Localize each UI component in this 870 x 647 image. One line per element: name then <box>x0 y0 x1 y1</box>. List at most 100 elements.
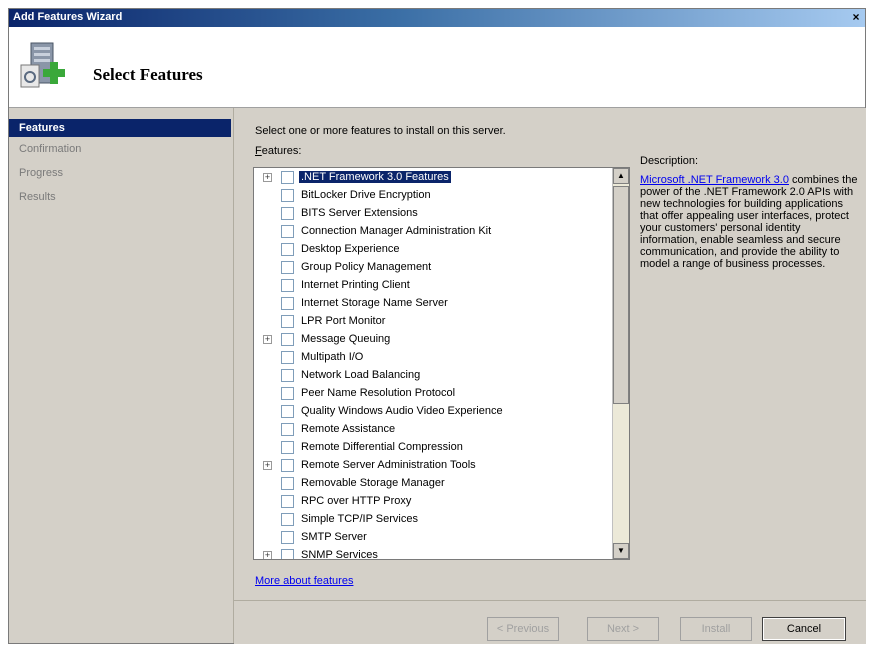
feature-checkbox[interactable] <box>281 189 294 202</box>
more-about-features-link[interactable]: More about features <box>255 575 353 587</box>
feature-checkbox[interactable] <box>281 477 294 490</box>
instruction-text: Select one or more features to install o… <box>255 125 506 137</box>
feature-label: SMTP Server <box>301 531 367 543</box>
expand-icon[interactable]: + <box>263 551 272 559</box>
expand-icon[interactable]: + <box>263 173 272 182</box>
feature-checkbox[interactable] <box>281 387 294 400</box>
feature-row[interactable]: + Message Queuing <box>254 331 612 349</box>
feature-checkbox[interactable] <box>281 405 294 418</box>
expand-icon[interactable]: + <box>263 461 272 470</box>
feature-row[interactable]: Quality Windows Audio Video Experience <box>254 403 612 421</box>
expand-icon[interactable]: + <box>263 335 272 344</box>
feature-row[interactable]: Multipath I/O <box>254 349 612 367</box>
feature-checkbox[interactable] <box>281 441 294 454</box>
feature-checkbox[interactable] <box>281 495 294 508</box>
feature-checkbox[interactable] <box>281 315 294 328</box>
feature-checkbox[interactable] <box>281 423 294 436</box>
feature-label: Simple TCP/IP Services <box>301 513 418 525</box>
description-body: combines the power of the .NET Framework… <box>640 174 858 270</box>
feature-label: Connection Manager Administration Kit <box>301 225 492 237</box>
description-link[interactable]: Microsoft .NET Framework 3.0 <box>640 174 789 186</box>
step-results: Results <box>19 191 56 203</box>
previous-button[interactable]: < Previous <box>487 617 559 641</box>
feature-label: SNMP Services <box>301 549 378 560</box>
feature-row[interactable]: Group Policy Management <box>254 259 612 277</box>
feature-row[interactable]: + SNMP Services <box>254 547 612 560</box>
feature-row[interactable]: RPC over HTTP Proxy <box>254 493 612 511</box>
feature-label: .NET Framework 3.0 Features <box>299 171 451 183</box>
feature-row[interactable]: BITS Server Extensions <box>254 205 612 223</box>
feature-row[interactable]: Remote Differential Compression <box>254 439 612 457</box>
scroll-up-button[interactable]: ▲ <box>613 168 629 184</box>
step-features[interactable]: Features <box>9 119 231 137</box>
feature-label: RPC over HTTP Proxy <box>301 495 412 507</box>
main-content: Select one or more features to install o… <box>234 108 866 600</box>
feature-row[interactable]: Connection Manager Administration Kit <box>254 223 612 241</box>
feature-label: Remote Server Administration Tools <box>301 459 476 471</box>
feature-checkbox[interactable] <box>281 225 294 238</box>
feature-row[interactable]: Desktop Experience <box>254 241 612 259</box>
feature-checkbox[interactable] <box>281 279 294 292</box>
feature-label: BitLocker Drive Encryption <box>301 189 431 201</box>
feature-label: Desktop Experience <box>301 243 400 255</box>
feature-row[interactable]: + Remote Server Administration Tools <box>254 457 612 475</box>
feature-row[interactable]: BitLocker Drive Encryption <box>254 187 612 205</box>
button-bar: < Previous Next > Install Cancel <box>234 600 866 644</box>
close-icon[interactable]: × <box>849 10 863 24</box>
features-list[interactable]: + .NET Framework 3.0 Features BitLocker Dr… <box>253 167 630 560</box>
feature-label: Multipath I/O <box>301 351 364 363</box>
feature-row[interactable]: + .NET Framework 3.0 Features <box>254 169 612 187</box>
features-label: Features: <box>255 145 301 157</box>
install-button[interactable]: Install <box>680 617 752 641</box>
feature-checkbox[interactable] <box>281 333 294 346</box>
wizard-window: Add Features Wizard × Select Features Fe… <box>8 8 866 644</box>
window-title: Add Features Wizard <box>13 11 123 23</box>
cancel-button[interactable]: Cancel <box>762 617 846 641</box>
features-label-rest: eatures: <box>261 145 302 157</box>
wizard-header: Select Features <box>9 27 865 108</box>
feature-row[interactable]: Internet Storage Name Server <box>254 295 612 313</box>
description-text: Microsoft .NET Framework 3.0 combines th… <box>640 174 860 270</box>
feature-row[interactable]: Removable Storage Manager <box>254 475 612 493</box>
next-button[interactable]: Next > <box>587 617 659 641</box>
scroll-down-button[interactable]: ▼ <box>613 543 629 559</box>
feature-label: Message Queuing <box>301 333 391 345</box>
steps-pane: Features Confirmation Progress Results <box>9 108 234 643</box>
feature-checkbox[interactable] <box>281 351 294 364</box>
page-title: Select Features <box>93 65 203 84</box>
feature-row[interactable]: Network Load Balancing <box>254 367 612 385</box>
features-label-accesskey: F <box>255 145 262 157</box>
feature-label: Peer Name Resolution Protocol <box>301 387 456 399</box>
step-confirmation: Confirmation <box>19 143 82 155</box>
feature-row[interactable]: Remote Assistance <box>254 421 612 439</box>
scroll-thumb[interactable] <box>613 186 629 404</box>
feature-label: Internet Printing Client <box>301 279 410 291</box>
feature-checkbox[interactable] <box>281 243 294 256</box>
feature-checkbox[interactable] <box>281 549 294 559</box>
description-label: Description: <box>640 155 699 167</box>
feature-row[interactable]: Peer Name Resolution Protocol <box>254 385 612 403</box>
feature-checkbox[interactable] <box>281 531 294 544</box>
feature-label: Internet Storage Name Server <box>301 297 448 309</box>
feature-checkbox[interactable] <box>281 261 294 274</box>
title-bar: Add Features Wizard × <box>9 9 865 27</box>
feature-checkbox[interactable] <box>281 459 294 472</box>
feature-checkbox[interactable] <box>281 369 294 382</box>
feature-checkbox[interactable] <box>281 171 294 184</box>
feature-checkbox[interactable] <box>281 297 294 310</box>
feature-label: Remote Assistance <box>301 423 396 435</box>
feature-label: BITS Server Extensions <box>301 207 418 219</box>
feature-row[interactable]: Simple TCP/IP Services <box>254 511 612 529</box>
server-add-icon <box>20 42 65 88</box>
step-progress: Progress <box>19 167 64 179</box>
feature-label: Quality Windows Audio Video Experience <box>301 405 503 417</box>
feature-checkbox[interactable] <box>281 513 294 526</box>
feature-checkbox[interactable] <box>281 207 294 220</box>
list-scrollbar[interactable]: ▲ ▼ <box>612 168 629 559</box>
feature-row[interactable]: Internet Printing Client <box>254 277 612 295</box>
feature-row[interactable]: LPR Port Monitor <box>254 313 612 331</box>
feature-label: Removable Storage Manager <box>301 477 445 489</box>
feature-row[interactable]: SMTP Server <box>254 529 612 547</box>
feature-label: Network Load Balancing <box>301 369 421 381</box>
feature-label: LPR Port Monitor <box>301 315 386 327</box>
